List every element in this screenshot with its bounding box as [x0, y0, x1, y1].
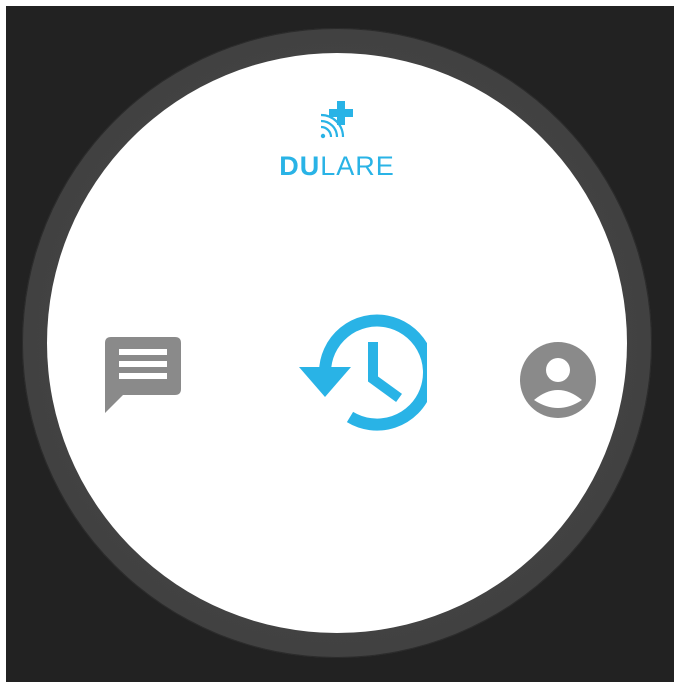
account-profile-icon [520, 342, 596, 418]
chat-message-icon [105, 337, 181, 413]
watch-face: DULARE [47, 53, 627, 633]
watch-bezel: DULARE [22, 28, 652, 658]
app-logo: DULARE [47, 99, 627, 181]
brand-name-light: LARE [320, 151, 395, 181]
messages-button[interactable] [99, 331, 185, 417]
brand-name: DULARE [47, 151, 627, 181]
medical-cross-signal-icon [320, 101, 353, 139]
history-icon [299, 314, 427, 431]
history-button[interactable] [277, 307, 427, 437]
watch-screen-background: DULARE [6, 6, 674, 682]
profile-button[interactable] [517, 339, 599, 421]
brand-name-bold: DU [279, 151, 321, 181]
